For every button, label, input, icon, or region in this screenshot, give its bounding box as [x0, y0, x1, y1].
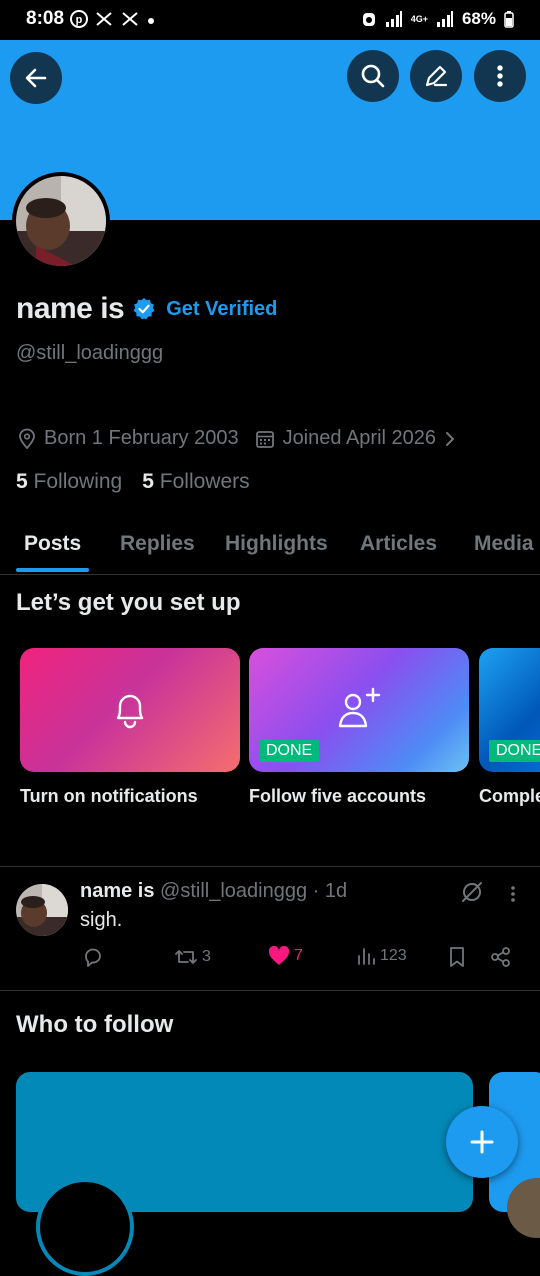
birth-date: Born 1 February 2003 [44, 427, 239, 449]
search-button[interactable] [347, 50, 399, 102]
reply-button[interactable] [82, 946, 104, 968]
followers-link[interactable]: 5 Followers [142, 470, 249, 494]
followers-count: 5 [142, 470, 154, 493]
plus-icon [468, 1128, 496, 1156]
signal-icon [385, 11, 403, 27]
pencil-icon [423, 63, 449, 89]
arrow-left-icon [23, 65, 49, 91]
following-count: 5 [16, 470, 28, 493]
repost-button[interactable]: 3 [174, 946, 211, 968]
profile-meta: Born 1 February 2003 Joined April 2026 [18, 427, 464, 450]
suggestion-avatar [507, 1178, 540, 1238]
active-tab-indicator [16, 568, 89, 572]
post-avatar[interactable] [16, 884, 68, 936]
post-header: name is @still_loadinggg · 1d [80, 880, 347, 903]
bookmark-icon [448, 946, 466, 968]
tools-icon [94, 10, 114, 28]
divider [0, 990, 540, 991]
battery-icon [504, 10, 514, 28]
following-label: Following [33, 470, 123, 493]
status-time: 8:08 [26, 8, 65, 29]
more-vertical-icon [496, 63, 504, 89]
alarm-icon [361, 10, 377, 28]
suggestion-avatar [36, 1178, 134, 1276]
tab-posts[interactable]: Posts [24, 532, 81, 556]
post-text: sigh. [80, 909, 123, 931]
edit-profile-button[interactable] [410, 50, 462, 102]
pinterest-icon: p [70, 10, 88, 28]
tab-highlights[interactable]: Highlights [225, 532, 328, 556]
chevron-right-icon [444, 430, 456, 448]
share-button[interactable] [490, 946, 512, 968]
get-verified-link[interactable]: Get Verified [166, 298, 277, 321]
post-meta: @still_loadinggg · 1d [160, 880, 348, 902]
joined-item[interactable]: Joined April 2026 [255, 427, 456, 450]
verified-badge-icon [132, 297, 156, 321]
divider [0, 866, 540, 867]
svg-text:p: p [76, 14, 83, 26]
reply-icon [82, 946, 104, 968]
follow-accounts-card[interactable]: DONE [249, 648, 469, 772]
views-button[interactable]: 123 [356, 946, 407, 966]
calendar-icon [255, 429, 275, 449]
who-to-follow-title: Who to follow [16, 1011, 174, 1038]
setup-title: Let’s get you set up [16, 589, 241, 616]
profile-handle: @still_loadinggg [16, 342, 164, 364]
heart-icon [268, 946, 290, 966]
tools-icon [120, 10, 140, 28]
following-link[interactable]: 5 Following [16, 470, 122, 494]
post-actions: 3 7 123 [82, 946, 522, 974]
done-badge: DONE [489, 740, 540, 762]
card-label-follow: Follow five accounts [249, 786, 427, 806]
card-label-notifications: Turn on notifications [20, 786, 198, 806]
status-bar: 8:08 p 4G+ 68% [0, 0, 540, 40]
done-badge: DONE [259, 740, 320, 762]
network-type: 4G+ [410, 13, 428, 24]
tab-replies[interactable]: Replies [120, 532, 195, 556]
birthday-item: Born 1 February 2003 [18, 427, 239, 450]
location-pin-icon [18, 428, 36, 450]
like-count: 7 [294, 947, 303, 964]
tab-articles[interactable]: Articles [360, 532, 437, 556]
share-icon [490, 946, 512, 968]
display-name: name is [16, 292, 125, 325]
tab-media[interactable]: Media [474, 532, 534, 556]
more-options-button[interactable] [474, 50, 526, 102]
grok-icon[interactable] [460, 880, 484, 904]
search-icon [360, 63, 386, 89]
notifications-card[interactable] [20, 648, 240, 772]
battery-percent: 68% [461, 9, 496, 28]
repost-count: 3 [202, 948, 211, 965]
dot-icon [146, 10, 156, 28]
bell-icon [112, 688, 148, 730]
add-user-icon [337, 686, 383, 730]
joined-date: Joined April 2026 [282, 427, 437, 449]
profile-name-row: name is Get Verified [16, 292, 277, 326]
complete-profile-card[interactable]: DONE [479, 648, 540, 772]
back-button[interactable] [10, 52, 62, 104]
compose-post-button[interactable] [446, 1106, 518, 1178]
bookmark-button[interactable] [448, 946, 466, 968]
follow-stats: 5 Following 5 Followers [16, 470, 250, 494]
card-label-complete: Comple [479, 786, 540, 806]
bar-chart-icon [356, 946, 376, 966]
views-count: 123 [380, 947, 407, 964]
signal-icon [436, 11, 454, 27]
like-button[interactable]: 7 [268, 946, 303, 966]
profile-tabs: Posts Replies Highlights Articles Media [0, 520, 540, 575]
profile-avatar[interactable] [12, 172, 110, 270]
suggestion-card[interactable] [16, 1072, 473, 1276]
post-more-icon[interactable] [509, 884, 517, 904]
repost-icon [174, 946, 198, 968]
followers-label: Followers [159, 470, 250, 493]
post-author-name[interactable]: name is [80, 880, 154, 902]
